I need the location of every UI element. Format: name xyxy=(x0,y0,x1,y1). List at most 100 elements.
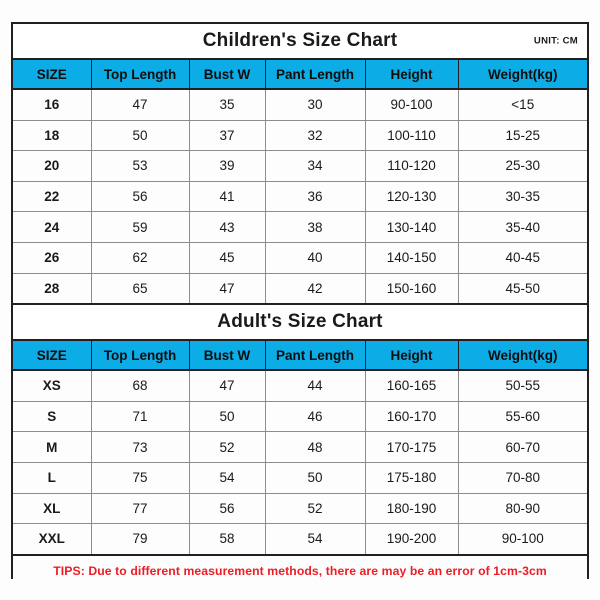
cell-height: 140-150 xyxy=(365,242,459,274)
cell-weight: 70-80 xyxy=(458,462,588,494)
cell-top-length: 73 xyxy=(91,431,190,463)
adult-column-header-row: SIZE Top Length Bust W Pant Length Heigh… xyxy=(13,340,588,372)
table-row: 16 47 35 30 90-100 <15 xyxy=(13,89,588,121)
cell-weight: 55-60 xyxy=(458,401,588,433)
cell-top-length: 71 xyxy=(91,401,190,433)
table-row: 24 59 43 38 130-140 35-40 xyxy=(13,211,588,243)
cell-pant-length: 32 xyxy=(265,120,366,152)
cell-height: 180-190 xyxy=(365,493,459,525)
cell-top-length: 56 xyxy=(91,181,190,213)
cell-size: L xyxy=(13,462,92,494)
cell-height: 100-110 xyxy=(365,120,459,152)
tips-cell: TIPS: Due to different measurement metho… xyxy=(13,553,588,586)
cell-bust-w: 43 xyxy=(189,211,266,243)
cell-top-length: 59 xyxy=(91,211,190,243)
cell-height: 120-130 xyxy=(365,181,459,213)
size-chart-frame: Children's Size Chart UNIT: CM SIZE Top … xyxy=(11,22,589,586)
cell-bust-w: 45 xyxy=(189,242,266,274)
cell-height: 160-170 xyxy=(365,401,459,433)
cell-top-length: 79 xyxy=(91,523,190,555)
children-column-header-row: SIZE Top Length Bust W Pant Length Heigh… xyxy=(13,59,588,90)
cell-weight: 15-25 xyxy=(458,120,588,152)
cell-size: XL xyxy=(13,493,92,525)
adult-chart-title: Adult's Size Chart xyxy=(217,311,383,333)
cell-top-length: 50 xyxy=(91,120,190,152)
cell-bust-w: 47 xyxy=(189,370,266,402)
cell-bust-w: 58 xyxy=(189,523,266,555)
size-chart-page: Children's Size Chart UNIT: CM SIZE Top … xyxy=(0,0,600,600)
cell-weight: 40-45 xyxy=(458,242,588,274)
children-col-top-length: Top Length xyxy=(91,59,190,90)
table-row: 22 56 41 36 120-130 30-35 xyxy=(13,181,588,213)
table-row: XL 77 56 52 180-190 80-90 xyxy=(13,493,588,525)
children-col-size: SIZE xyxy=(13,59,92,90)
cell-height: 170-175 xyxy=(365,431,459,463)
table-row: L 75 54 50 175-180 70-80 xyxy=(13,462,588,494)
cell-size: XS xyxy=(13,370,92,402)
adult-title-row: Adult's Size Chart xyxy=(13,303,588,342)
cell-top-length: 65 xyxy=(91,273,190,305)
tips-text: TIPS: Due to different measurement metho… xyxy=(53,563,547,578)
unit-label: UNIT: CM xyxy=(533,35,579,47)
cell-weight: 60-70 xyxy=(458,431,588,463)
cell-height: 150-160 xyxy=(365,273,459,305)
cell-bust-w: 39 xyxy=(189,150,266,182)
cell-pant-length: 46 xyxy=(265,401,366,433)
adult-title-cell: Adult's Size Chart xyxy=(13,303,588,342)
cell-height: 90-100 xyxy=(365,89,459,121)
children-col-weight: Weight(kg) xyxy=(458,59,588,90)
table-row: S 71 50 46 160-170 55-60 xyxy=(13,401,588,433)
adult-col-height: Height xyxy=(365,340,459,372)
cell-weight: 45-50 xyxy=(458,273,588,305)
cell-size: 18 xyxy=(13,120,92,152)
table-row: XS 68 47 44 160-165 50-55 xyxy=(13,370,588,402)
cell-height: 175-180 xyxy=(365,462,459,494)
children-title-row: Children's Size Chart UNIT: CM xyxy=(13,24,588,60)
cell-weight: 30-35 xyxy=(458,181,588,213)
children-col-height: Height xyxy=(365,59,459,90)
cell-pant-length: 42 xyxy=(265,273,366,305)
cell-bust-w: 56 xyxy=(189,493,266,525)
table-row: 28 65 47 42 150-160 45-50 xyxy=(13,273,588,305)
cell-weight: <15 xyxy=(458,89,588,121)
table-row: 26 62 45 40 140-150 40-45 xyxy=(13,242,588,274)
table-row: 18 50 37 32 100-110 15-25 xyxy=(13,120,588,152)
children-col-pant-length: Pant Length xyxy=(265,59,366,90)
cell-pant-length: 40 xyxy=(265,242,366,274)
cell-top-length: 53 xyxy=(91,150,190,182)
table-row: 20 53 39 34 110-120 25-30 xyxy=(13,150,588,182)
cell-top-length: 77 xyxy=(91,493,190,525)
cell-weight: 50-55 xyxy=(458,370,588,402)
adult-col-top-length: Top Length xyxy=(91,340,190,372)
cell-pant-length: 52 xyxy=(265,493,366,525)
size-chart-table: Children's Size Chart UNIT: CM SIZE Top … xyxy=(13,24,588,586)
adult-col-weight: Weight(kg) xyxy=(458,340,588,372)
cell-pant-length: 30 xyxy=(265,89,366,121)
cell-bust-w: 35 xyxy=(189,89,266,121)
cell-size: 20 xyxy=(13,150,92,182)
cell-pant-length: 54 xyxy=(265,523,366,555)
cell-bust-w: 47 xyxy=(189,273,266,305)
cell-size: XXL xyxy=(13,523,92,555)
cell-bust-w: 52 xyxy=(189,431,266,463)
adult-col-bust-w: Bust W xyxy=(189,340,266,372)
children-title-cell: Children's Size Chart UNIT: CM xyxy=(13,24,588,60)
cell-height: 130-140 xyxy=(365,211,459,243)
cell-pant-length: 34 xyxy=(265,150,366,182)
cell-pant-length: 36 xyxy=(265,181,366,213)
cell-size: M xyxy=(13,431,92,463)
cell-size: 16 xyxy=(13,89,92,121)
children-col-bust-w: Bust W xyxy=(189,59,266,90)
cell-pant-length: 50 xyxy=(265,462,366,494)
cell-weight: 25-30 xyxy=(458,150,588,182)
cell-height: 190-200 xyxy=(365,523,459,555)
cell-weight: 80-90 xyxy=(458,493,588,525)
table-row: XXL 79 58 54 190-200 90-100 xyxy=(13,523,588,555)
cell-size: 26 xyxy=(13,242,92,274)
cell-top-length: 68 xyxy=(91,370,190,402)
adult-col-pant-length: Pant Length xyxy=(265,340,366,372)
adult-col-size: SIZE xyxy=(13,340,92,372)
cell-weight: 90-100 xyxy=(458,523,588,555)
cell-weight: 35-40 xyxy=(458,211,588,243)
table-row: M 73 52 48 170-175 60-70 xyxy=(13,431,588,463)
